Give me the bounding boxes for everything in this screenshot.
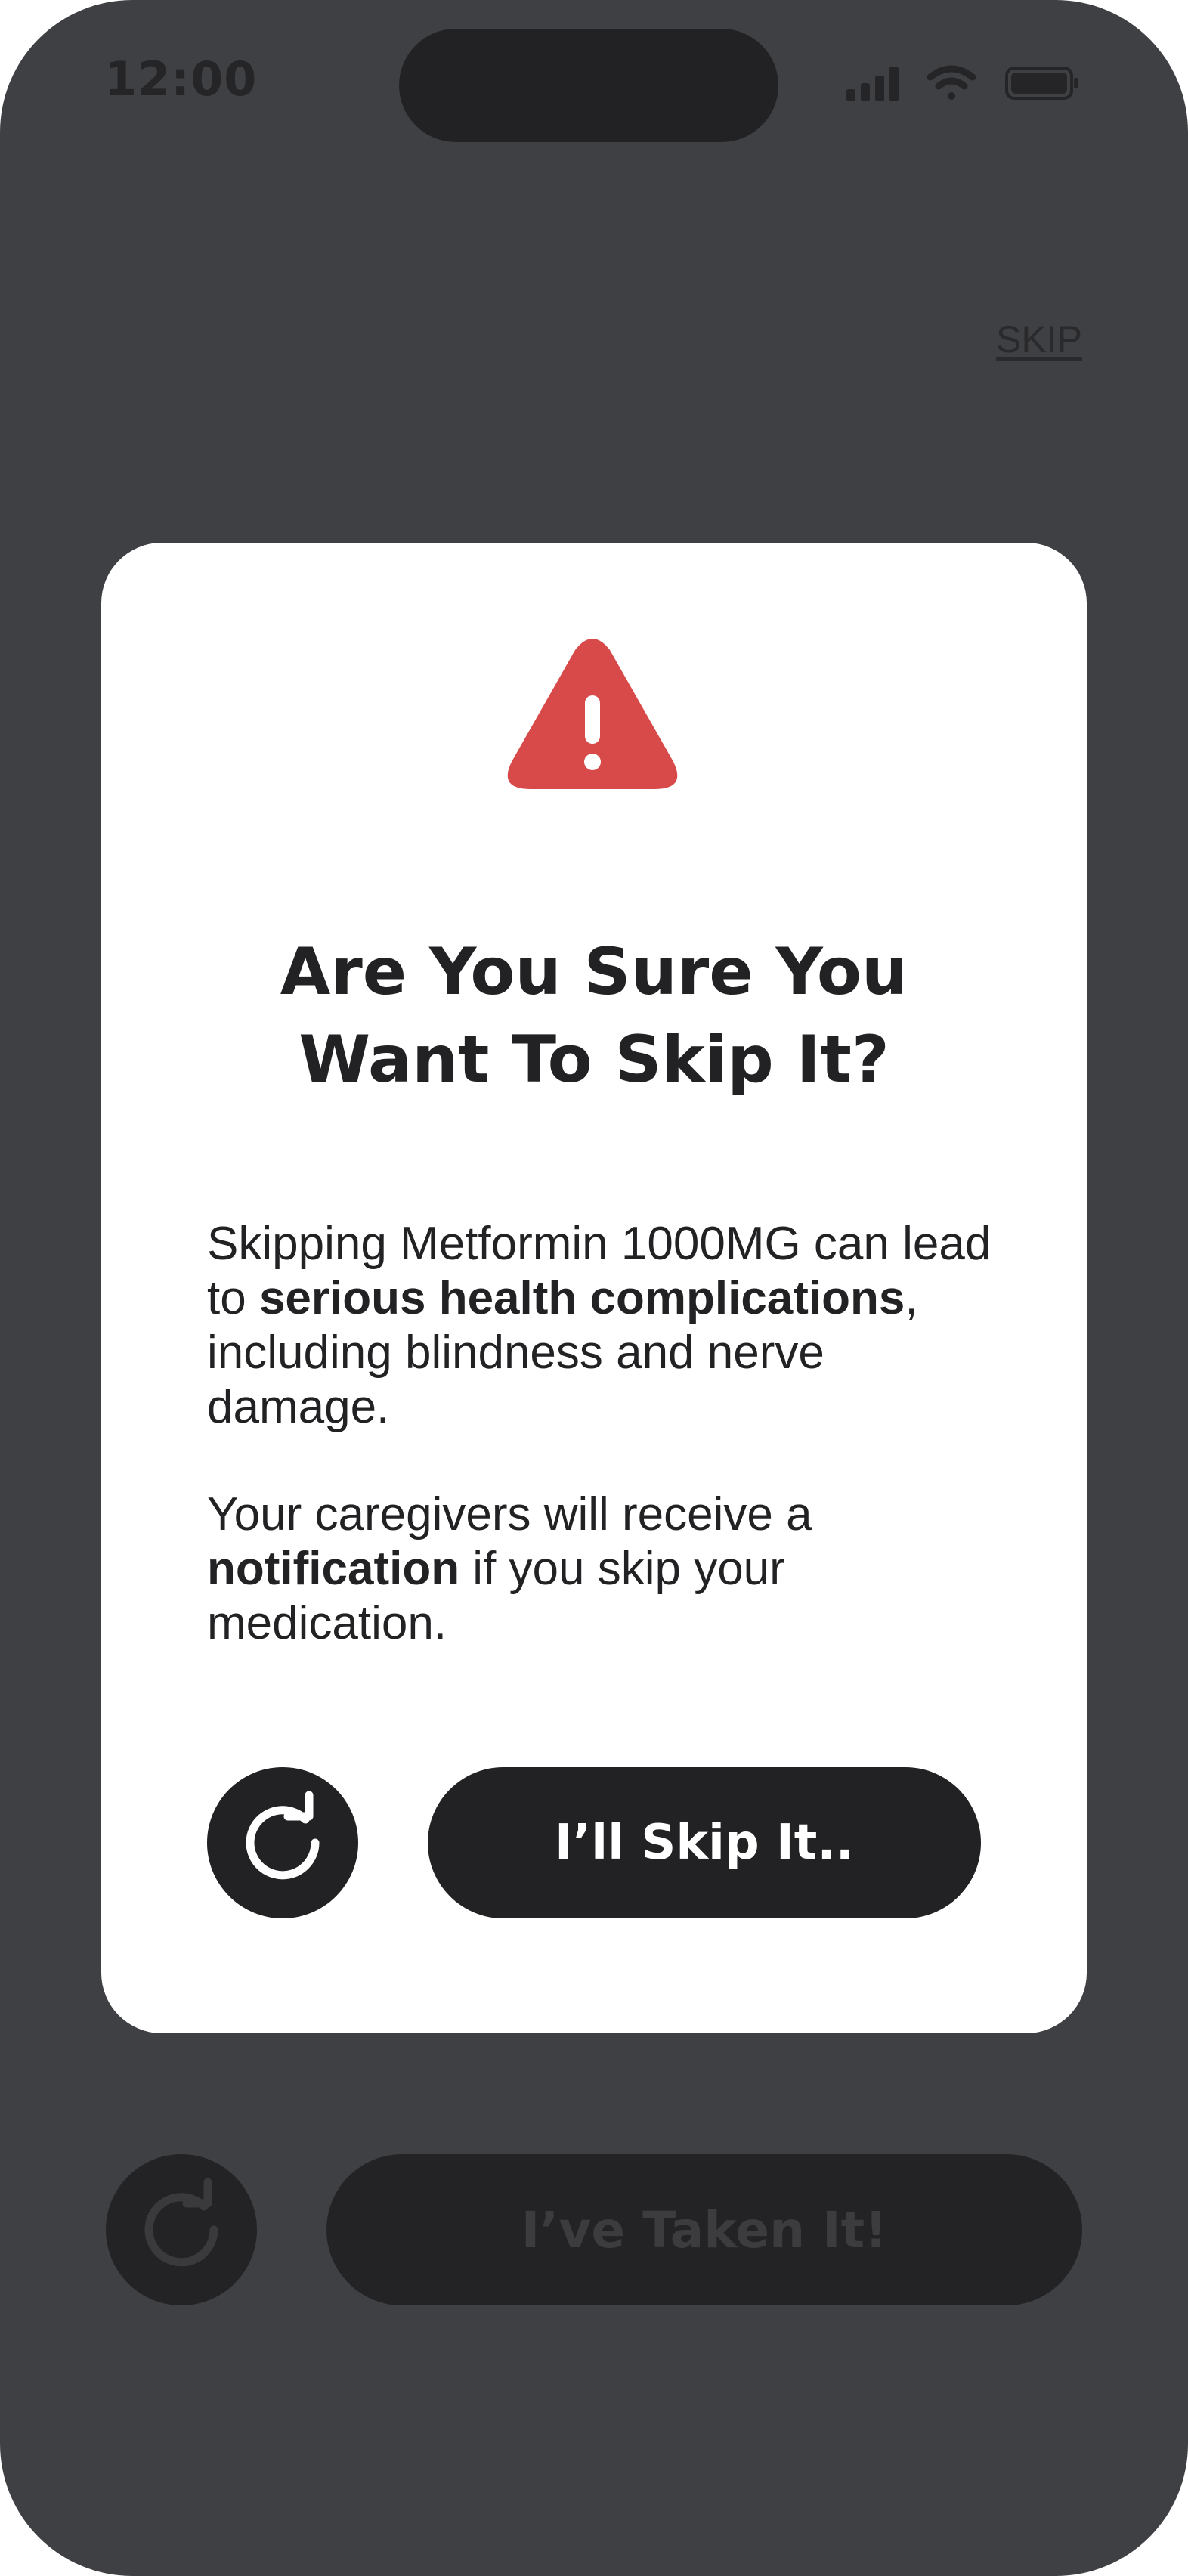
status-icons xyxy=(846,63,1081,103)
dialog-title: Are You Sure You Want To Skip It? xyxy=(162,928,1026,1104)
taken-it-button[interactable]: I’ve Taken It! xyxy=(326,2154,1082,2305)
repeat-icon xyxy=(246,1791,320,1880)
dialog-title-line-1: Are You Sure You xyxy=(280,934,908,1010)
repeat-icon xyxy=(144,2178,218,2267)
notification-text-emphasis: notification xyxy=(207,1543,460,1595)
wifi-icon xyxy=(927,65,976,100)
warning-icon xyxy=(507,639,678,789)
phone-screen: 12:00 SKIP I’ve Taken It! Are You Sure Y… xyxy=(0,0,1188,2576)
dialog-notification-text: Your caregivers will receive a notificat… xyxy=(207,1488,1008,1651)
skip-link[interactable]: SKIP xyxy=(996,317,1082,361)
status-time: 12:00 xyxy=(104,51,258,107)
dialog-warning-text: Skipping Metformin 1000MG can lead to se… xyxy=(207,1217,1008,1435)
confirm-skip-button[interactable]: I’ll Skip It.. xyxy=(428,1767,981,1918)
reschedule-button[interactable] xyxy=(207,1767,358,1918)
skip-confirmation-dialog: Are You Sure You Want To Skip It? Skippi… xyxy=(101,543,1087,2033)
dynamic-island xyxy=(399,29,778,142)
warning-text-emphasis: serious health complications xyxy=(258,1272,905,1324)
background-repeat-button[interactable] xyxy=(106,2154,257,2305)
battery-icon xyxy=(1005,67,1078,100)
notification-text-start: Your caregivers will receive a xyxy=(207,1488,812,1540)
dialog-title-line-2: Want To Skip It? xyxy=(299,1022,889,1098)
cellular-signal-icon xyxy=(846,67,899,101)
